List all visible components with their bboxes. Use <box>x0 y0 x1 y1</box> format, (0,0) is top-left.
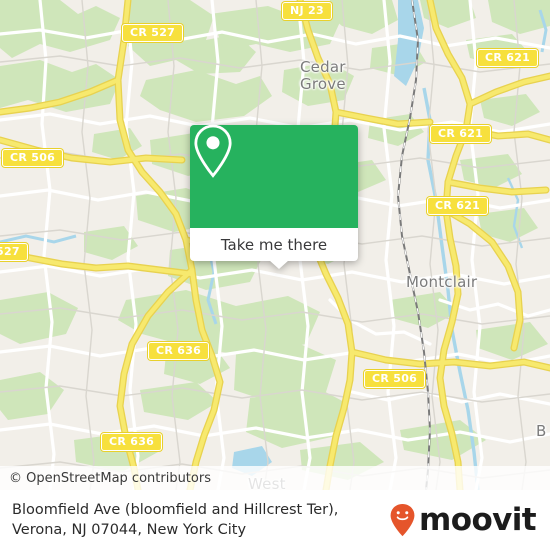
road-shield-cr621-b: CR 621 <box>430 125 492 143</box>
take-me-there-callout[interactable]: Take me there <box>190 124 358 269</box>
road-shield-cr621-a: CR 621 <box>477 49 539 67</box>
road-shield-cr636-a: CR 636 <box>148 342 210 360</box>
moovit-smiley-pin-icon <box>390 504 415 537</box>
road-shield-527-clipped: 527 <box>0 243 28 261</box>
map-share-card: Cedar Grove Montclair West B CR 527 NJ 2… <box>0 0 550 550</box>
map-pin-icon <box>194 124 232 178</box>
map-label-b: B <box>536 422 547 440</box>
road-shield-cr636-b: CR 636 <box>101 433 163 451</box>
map-attribution: © OpenStreetMap contributors <box>0 466 550 490</box>
take-me-there-label: Take me there <box>220 235 328 254</box>
footer-bar: Bloomfield Ave (bloomfield and Hillcrest… <box>0 490 550 550</box>
location-title-line2: Verona, NJ 07044, New York City <box>12 522 247 538</box>
callout-tail <box>269 260 289 269</box>
location-title: Bloomfield Ave (bloomfield and Hillcrest… <box>12 500 338 540</box>
moovit-logo: moovit <box>389 501 537 538</box>
attribution-text: © OpenStreetMap contributors <box>9 470 211 486</box>
road-shield-cr527: CR 527 <box>122 24 184 42</box>
road-shield-nj23: NJ 23 <box>282 2 332 20</box>
road-shield-cr621-c: CR 621 <box>427 197 489 215</box>
map-canvas[interactable]: Cedar Grove Montclair West B CR 527 NJ 2… <box>0 0 550 490</box>
map-label-grove: Grove <box>300 75 346 93</box>
callout-icon-area <box>190 124 358 228</box>
location-title-line1: Bloomfield Ave (bloomfield and Hillcrest… <box>12 502 339 518</box>
road-shield-cr506-b: CR 506 <box>364 370 426 388</box>
map-label-montclair: Montclair <box>406 273 478 291</box>
map-label-cedar: Cedar <box>300 58 346 76</box>
callout-action-bar[interactable]: Take me there <box>190 228 358 261</box>
moovit-wordmark: moovit <box>419 501 537 538</box>
road-shield-cr506-a: CR 506 <box>2 149 64 167</box>
